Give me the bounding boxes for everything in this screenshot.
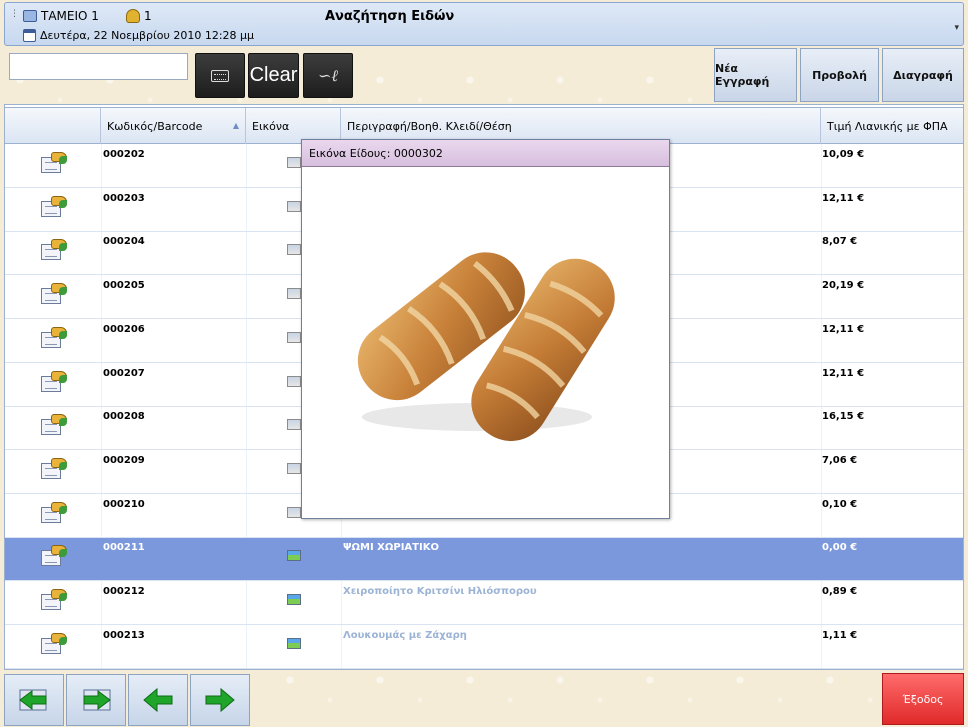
column-header-image-label: Εικόνα [252, 120, 290, 133]
item-code: 000209 [103, 454, 145, 466]
item-code: 000211 [103, 542, 145, 554]
keyboard-button[interactable] [195, 53, 245, 98]
view-button[interactable]: Προβολή [800, 48, 879, 102]
new-record-button[interactable]: Νέα Εγγραφή [714, 48, 797, 102]
item-price: 12,11 € [822, 323, 865, 335]
picture-icon[interactable] [287, 200, 301, 212]
item-image-popup[interactable]: Εικόνα Είδους: 0000302 [301, 139, 670, 519]
item-description: Λουκουμάς με Ζάχαρη [343, 629, 467, 641]
popup-title: Εικόνα Είδους: 0000302 [302, 140, 669, 167]
item-code: 000213 [103, 629, 145, 641]
item-price: 1,11 € [822, 629, 858, 641]
search-input[interactable] [9, 53, 188, 80]
item-code: 000212 [103, 586, 145, 597]
edit-record-icon[interactable] [41, 457, 67, 480]
picture-icon[interactable] [287, 462, 301, 474]
edit-record-icon[interactable] [41, 283, 67, 305]
picture-icon[interactable] [287, 594, 301, 605]
picture-icon[interactable] [287, 550, 301, 562]
bread-image [357, 252, 615, 441]
user-count: 1 [144, 9, 152, 23]
edit-record-icon[interactable] [41, 239, 67, 261]
picture-icon[interactable] [287, 288, 301, 300]
item-code: 000210 [103, 498, 145, 510]
calendar-icon [23, 29, 36, 42]
date-info: Δευτέρα, 22 Νοεμβρίου 2010 12:28 μμ [23, 29, 254, 42]
item-code: 000206 [103, 323, 145, 335]
table-row[interactable]: 000213 Λουκουμάς με Ζάχαρη 1,11 € [5, 626, 963, 669]
picture-icon[interactable] [287, 375, 301, 387]
keyboard-icon [211, 69, 229, 82]
edit-record-icon[interactable] [41, 545, 67, 567]
till-info: ΤΑΜΕΙΟ 1 [23, 9, 99, 23]
edit-record-icon[interactable] [41, 632, 67, 655]
item-price: 7,06 € [822, 454, 858, 466]
header-bar: ⋮ ΤΑΜΕΙΟ 1 1 Δευτέρα, 22 Νοεμβρίου 2010 … [4, 2, 964, 46]
item-price: 0,10 € [822, 498, 858, 510]
item-price: 0,89 € [822, 586, 858, 597]
edit-record-icon[interactable] [41, 501, 67, 524]
item-code: 000208 [103, 411, 145, 423]
date-text: Δευτέρα, 22 Νοεμβρίου 2010 12:28 μμ [40, 29, 255, 42]
item-code: 000203 [103, 192, 145, 204]
item-price: 20,19 € [822, 280, 865, 292]
item-price: 10,09 € [822, 149, 865, 160]
signature-icon: ∽ℓ [317, 65, 339, 85]
edit-record-icon[interactable] [41, 370, 67, 393]
item-price: 0,00 € [822, 542, 858, 554]
first-record-button[interactable] [4, 674, 64, 726]
column-header-icon[interactable] [5, 108, 101, 144]
till-label: ΤΑΜΕΙΟ 1 [41, 9, 99, 23]
column-header-code-label: Κωδικός/Barcode [107, 120, 203, 133]
item-description: ΨΩΜΙ ΧΩΡΙΑΤΙΚΟ [343, 542, 439, 554]
item-code: 000204 [103, 236, 145, 248]
column-header-price[interactable]: Τιμή Λιανικής με ΦΠΑ [821, 108, 963, 144]
register-icon [23, 10, 37, 22]
edit-record-icon[interactable] [41, 414, 67, 436]
item-code: 000205 [103, 280, 145, 292]
item-price: 8,07 € [822, 236, 858, 248]
menu-dropdown-icon[interactable]: ▾ [954, 23, 959, 33]
handwriting-button[interactable]: ∽ℓ [303, 53, 353, 98]
picture-icon[interactable] [287, 419, 301, 431]
book-forward-icon [83, 689, 111, 711]
table-row[interactable]: 000211 ΨΩΜΙ ΧΩΡΙΑΤΙΚΟ 0,00 € [5, 538, 963, 582]
exit-button[interactable]: Έξοδος [882, 673, 964, 725]
picture-icon[interactable] [287, 244, 301, 256]
item-price: 16,15 € [822, 411, 865, 423]
grip-handle[interactable]: ⋮ [10, 10, 19, 19]
book-back-icon [19, 689, 47, 711]
arrow-right-icon [205, 687, 235, 713]
clear-button[interactable]: Clear [248, 53, 299, 98]
user-info: 1 [126, 9, 152, 23]
item-price: 12,11 € [822, 367, 865, 379]
column-header-price-label: Τιμή Λιανικής με ΦΠΑ [827, 120, 948, 133]
picture-icon[interactable] [287, 506, 301, 518]
page-title: Αναζήτηση Ειδών [325, 9, 455, 24]
table-row[interactable]: 000212 Χειροποίητο Κριτσίνι Ηλιόσπορου 0,8… [5, 582, 963, 625]
edit-record-icon[interactable] [41, 589, 67, 611]
item-price: 12,11 € [822, 192, 865, 204]
next-button[interactable] [190, 674, 250, 726]
edit-record-icon[interactable] [41, 152, 67, 174]
sort-ascending-icon: ▲ [232, 121, 239, 130]
edit-record-icon[interactable] [41, 195, 67, 218]
user-icon [126, 9, 140, 23]
last-record-button[interactable] [66, 674, 126, 726]
picture-icon[interactable] [287, 331, 301, 343]
item-code: 000207 [103, 367, 145, 379]
previous-button[interactable] [128, 674, 188, 726]
item-description: Χειροποίητο Κριτσίνι Ηλιόσπορου [343, 586, 537, 597]
picture-icon[interactable] [287, 157, 301, 168]
item-code: 000202 [103, 149, 145, 160]
item-image [302, 167, 669, 518]
column-header-description-label: Περιγραφή/Βοηθ. Κλειδί/Θέση [347, 120, 512, 133]
delete-button[interactable]: Διαγραφή [882, 48, 964, 102]
column-header-code[interactable]: Κωδικός/Barcode ▲ [101, 108, 246, 144]
edit-record-icon[interactable] [41, 326, 67, 349]
picture-icon[interactable] [287, 637, 301, 649]
arrow-left-icon [143, 687, 173, 713]
